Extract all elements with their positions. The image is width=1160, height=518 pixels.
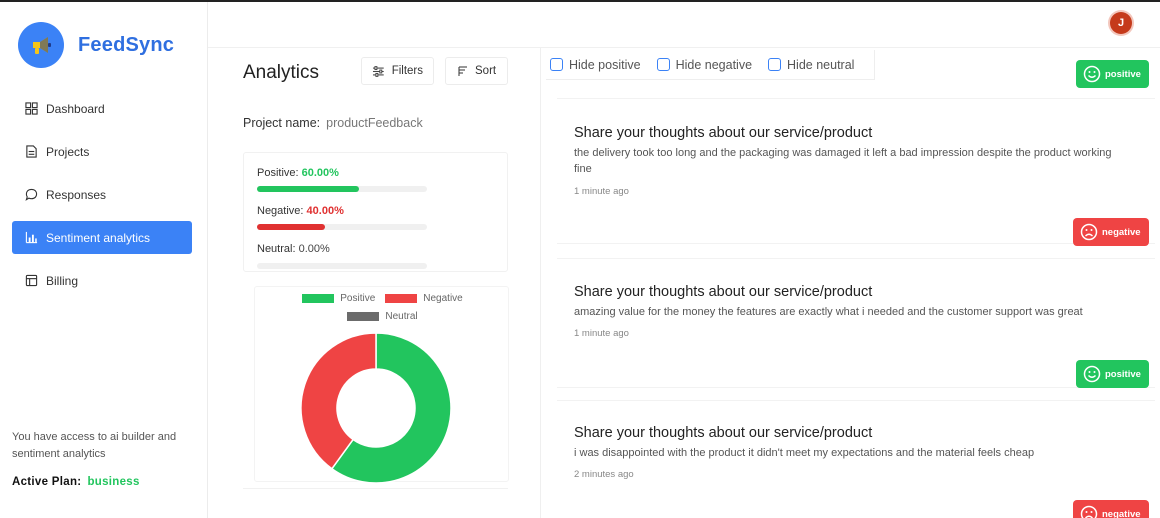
neutral-stat: Neutral: 0.00% <box>257 243 330 255</box>
positive-progress-track <box>257 186 427 192</box>
sidebar-item-label: Responses <box>46 187 107 202</box>
sidebar-item-label: Billing <box>46 273 79 288</box>
hide-negative-checkbox[interactable]: Hide negative <box>653 58 752 72</box>
response-card: Share your thoughts about our service/pr… <box>557 400 1155 518</box>
positive-stat-value: 60.00% <box>301 167 339 179</box>
plan-note: You have access to ai builder and sentim… <box>12 431 177 460</box>
neutral-stat-value: 0.00% <box>298 243 330 255</box>
response-question: Share your thoughts about our service/pr… <box>574 425 873 441</box>
active-plan: Active Plan: business <box>12 476 140 488</box>
sidebar-nav: Dashboard Projects Responses Sentiment a… <box>12 92 192 307</box>
positive-stat: Positive: 60.00% <box>257 167 339 179</box>
project-name-value: productFeedback <box>326 116 423 130</box>
sidebar-item-billing[interactable]: Billing <box>12 264 192 297</box>
response-timestamp: 1 minute ago <box>574 328 629 339</box>
active-plan-value: business <box>87 476 140 488</box>
sentiment-badge-positive[interactable]: positive <box>1076 360 1149 388</box>
sort-button-label: Sort <box>475 65 497 77</box>
sentiment-donut-chart-card: Positive Negative Neutral <box>254 286 509 483</box>
sentiment-badge-negative[interactable]: negative <box>1073 500 1149 518</box>
response-card: Share your thoughts about our service/pr… <box>557 98 1155 244</box>
badge-label: negative <box>1102 508 1141 518</box>
checkbox-box[interactable] <box>656 58 670 71</box>
sidebar-item-label: Sentiment analytics <box>46 230 151 245</box>
sentiment-stats-card: Positive: 60.00% Negative: 40.00% Neutra… <box>243 152 508 272</box>
chat-bubble-icon <box>25 188 38 201</box>
response-timestamp: 1 minute ago <box>574 186 629 197</box>
negative-progress-fill <box>257 224 325 230</box>
negative-stat-value: 40.00% <box>306 205 344 217</box>
filter-sliders-icon <box>372 65 384 77</box>
sentiment-badge-positive[interactable]: positive <box>1076 60 1149 88</box>
hide-positive-label: Hide positive <box>569 57 641 72</box>
dashboard-icon <box>25 102 38 115</box>
sidebar-item-label: Dashboard <box>46 101 105 116</box>
top-bar: J <box>208 2 1160 48</box>
app-window: FeedSync Dashboard Projects Responses Se… <box>0 0 1160 518</box>
sidebar-item-label: Projects <box>46 144 90 159</box>
sidebar: FeedSync Dashboard Projects Responses Se… <box>0 2 208 518</box>
page-title: Analytics <box>243 62 320 83</box>
analytics-lower-card <box>243 488 508 518</box>
response-answer: the delivery took too long and the packa… <box>574 147 1112 175</box>
frown-icon <box>1080 223 1098 241</box>
filters-button[interactable]: Filters <box>361 57 434 85</box>
positive-progress-fill <box>257 186 359 192</box>
sidebar-item-responses[interactable]: Responses <box>12 178 192 211</box>
filters-button-label: Filters <box>391 65 423 77</box>
billing-icon <box>25 274 38 287</box>
checkbox-box[interactable] <box>768 58 782 71</box>
negative-progress-track <box>257 224 427 230</box>
negative-stat-label: Negative: <box>257 205 304 217</box>
badge-label: positive <box>1105 68 1141 80</box>
project-name-label: Project name: <box>243 116 321 130</box>
brand-name: FeedSync <box>78 33 175 56</box>
sidebar-item-projects[interactable]: Projects <box>12 135 192 168</box>
positive-stat-label: Positive: <box>257 167 299 179</box>
projects-icon <box>26 145 37 158</box>
badge-label: negative <box>1102 226 1141 238</box>
sentiment-filter-bar: Hide positive Hide negative Hide neutral <box>546 50 876 80</box>
neutral-stat-label: Neutral: <box>257 243 296 255</box>
badge-label: positive <box>1105 368 1141 380</box>
response-answer: amazing value for the money the features… <box>574 306 1083 318</box>
brand[interactable]: FeedSync <box>18 22 174 68</box>
response-question: Share your thoughts about our service/pr… <box>574 284 873 300</box>
project-name: Project name: productFeedback <box>243 116 423 130</box>
active-plan-label: Active Plan: <box>12 476 82 488</box>
sidebar-item-sentiment-analytics[interactable]: Sentiment analytics <box>12 221 192 254</box>
neutral-progress-track <box>257 263 427 269</box>
response-question: Share your thoughts about our service/pr… <box>574 125 873 141</box>
megaphone-logo-icon <box>18 22 64 68</box>
hide-positive-checkbox[interactable]: Hide positive <box>546 58 641 72</box>
response-timestamp: 2 minutes ago <box>574 469 634 480</box>
checkbox-box[interactable] <box>550 58 563 71</box>
sort-icon <box>458 65 467 76</box>
frown-icon <box>1080 505 1098 518</box>
sentiment-badge-negative[interactable]: negative <box>1073 218 1149 246</box>
sort-button[interactable]: Sort <box>445 57 508 85</box>
negative-stat: Negative: 40.00% <box>257 205 344 217</box>
donut-chart <box>300 332 452 483</box>
hide-neutral-checkbox[interactable]: Hide neutral <box>764 58 854 72</box>
column-divider <box>540 48 541 518</box>
user-avatar[interactable]: J <box>1110 12 1132 34</box>
sidebar-item-dashboard[interactable]: Dashboard <box>12 92 192 125</box>
response-answer: i was disappointed with the product it d… <box>574 447 1035 459</box>
bar-chart-icon <box>25 231 38 244</box>
hide-negative-label: Hide negative <box>675 57 753 72</box>
response-card: Share your thoughts about our service/pr… <box>557 258 1155 388</box>
smile-icon <box>1083 365 1101 383</box>
smile-icon <box>1083 65 1101 83</box>
hide-neutral-label: Hide neutral <box>787 57 855 72</box>
